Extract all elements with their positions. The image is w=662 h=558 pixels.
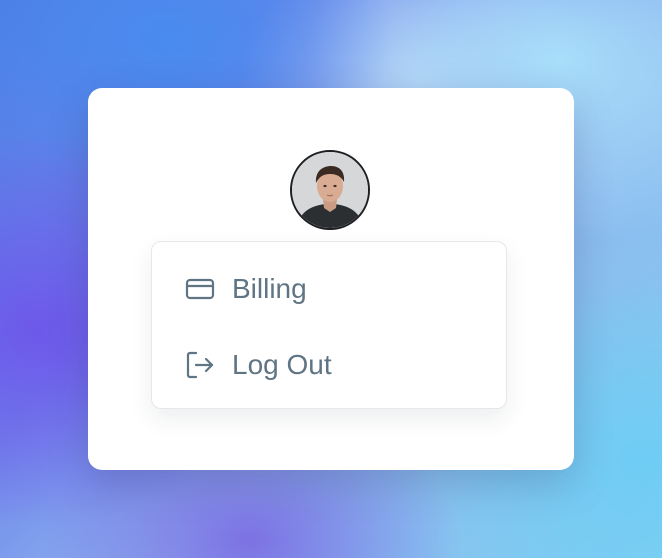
- profile-dropdown-menu: Billing Log Out: [151, 241, 507, 409]
- menu-item-label: Billing: [232, 273, 307, 304]
- menu-item-log-out[interactable]: Log Out: [152, 335, 506, 395]
- user-avatar[interactable]: [290, 150, 370, 230]
- credit-card-icon: [184, 273, 216, 305]
- profile-card: Billing Log Out: [88, 88, 574, 470]
- menu-item-billing[interactable]: Billing: [152, 259, 506, 319]
- menu-item-label: Log Out: [232, 349, 332, 380]
- avatar-photo: [292, 152, 368, 228]
- log-out-icon: [184, 349, 216, 381]
